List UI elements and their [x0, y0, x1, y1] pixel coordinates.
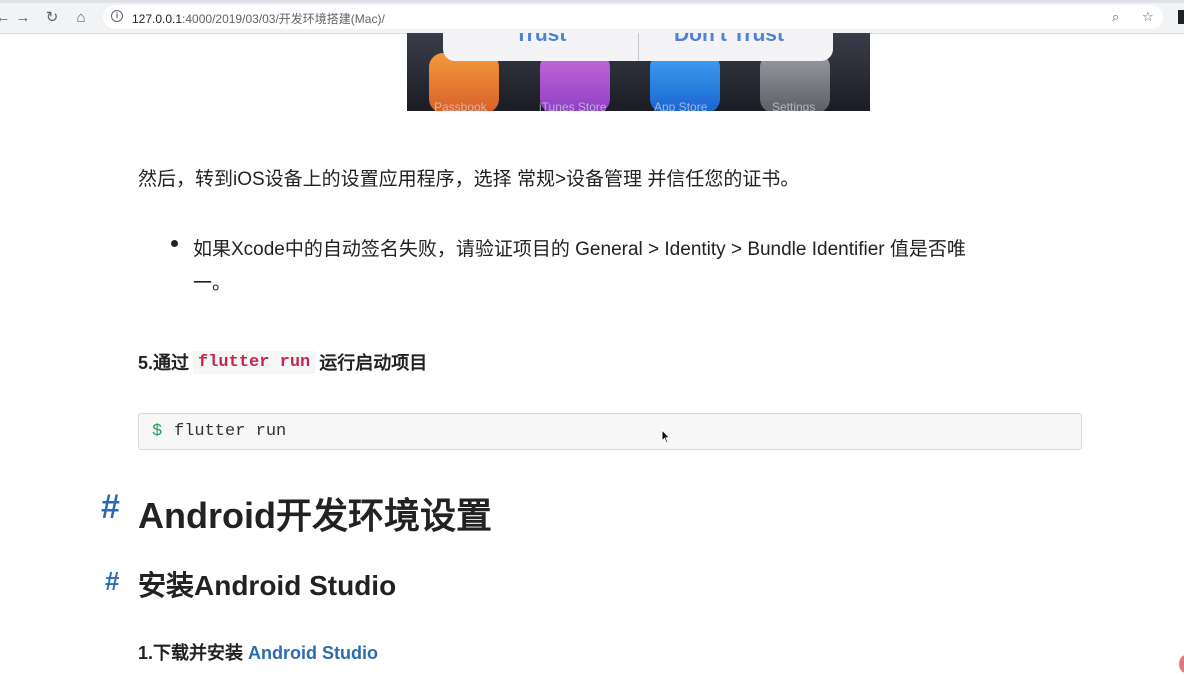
- heading-anchor-link[interactable]: #: [105, 566, 119, 597]
- app-label: Passbook: [434, 100, 487, 111]
- ios-trust-dialog-image: Passbook iTunes Store App Store Settings…: [407, 33, 870, 111]
- step-1-prefix: 1.下载并安装: [138, 643, 244, 663]
- heading-android-setup: Android开发环境设置: [138, 495, 492, 536]
- inline-code-flutter-run: flutter run: [193, 350, 316, 374]
- site-info-icon[interactable]: i: [111, 10, 123, 22]
- shell-command[interactable]: flutter run: [174, 422, 286, 441]
- app-label: App Store: [654, 100, 708, 111]
- code-block[interactable]: $ flutter run: [138, 413, 1082, 450]
- floating-widget[interactable]: [1179, 655, 1184, 673]
- step-5-suffix: 运行启动项目: [319, 353, 428, 373]
- heading-install-android-studio: 安装Android Studio: [138, 570, 397, 601]
- shell-prompt: $: [152, 422, 163, 441]
- bullet-text-line-1: 如果Xcode中的自动签名失败，请验证项目的 General > Identit…: [193, 239, 966, 260]
- instruction-paragraph: 然后，转到iOS设备上的设置应用程序，选择 常规>设备管理 并信任您的证书。: [138, 169, 800, 190]
- bookmark-star-icon[interactable]: ☆: [1142, 9, 1154, 25]
- browser-toolbar: ← → ↻ ⌂ i 127.0.0.1:4000/2019/03/03/开发环境…: [0, 0, 1184, 34]
- reload-icon[interactable]: ↻: [43, 9, 61, 27]
- mouse-cursor-icon: [661, 429, 671, 444]
- url-text[interactable]: 127.0.0.1:4000/2019/03/03/开发环境搭建(Mac)/: [132, 10, 385, 27]
- extension-icon[interactable]: [1178, 10, 1184, 24]
- tab-strip-edge: [0, 0, 1184, 3]
- back-icon[interactable]: ←: [0, 9, 12, 27]
- home-icon[interactable]: ⌂: [72, 9, 90, 27]
- app-label: Settings: [772, 100, 816, 111]
- address-bar[interactable]: i 127.0.0.1:4000/2019/03/03/开发环境搭建(Mac)/…: [103, 5, 1163, 29]
- forward-icon[interactable]: →: [14, 9, 32, 27]
- dont-trust-button-label: Don't Trust: [674, 33, 784, 46]
- step-5-prefix: 5.通过: [138, 353, 190, 373]
- android-studio-link[interactable]: Android Studio: [248, 643, 378, 663]
- step-1-heading: 1.下载并安装 Android Studio: [138, 639, 378, 665]
- bullet-text-line-2: 一。: [193, 273, 232, 294]
- trust-button-label: Trust: [515, 33, 567, 46]
- app-label: iTunes Store: [539, 100, 607, 111]
- step-5-heading: 5.通过 flutter run 运行启动项目: [138, 349, 427, 375]
- heading-anchor-link[interactable]: #: [101, 488, 120, 527]
- alert-divider: [638, 33, 639, 61]
- zoom-icon[interactable]: ⌕: [1112, 9, 1119, 25]
- bullet-marker: [171, 240, 178, 247]
- trust-alert: Trust Don't Trust: [443, 33, 833, 61]
